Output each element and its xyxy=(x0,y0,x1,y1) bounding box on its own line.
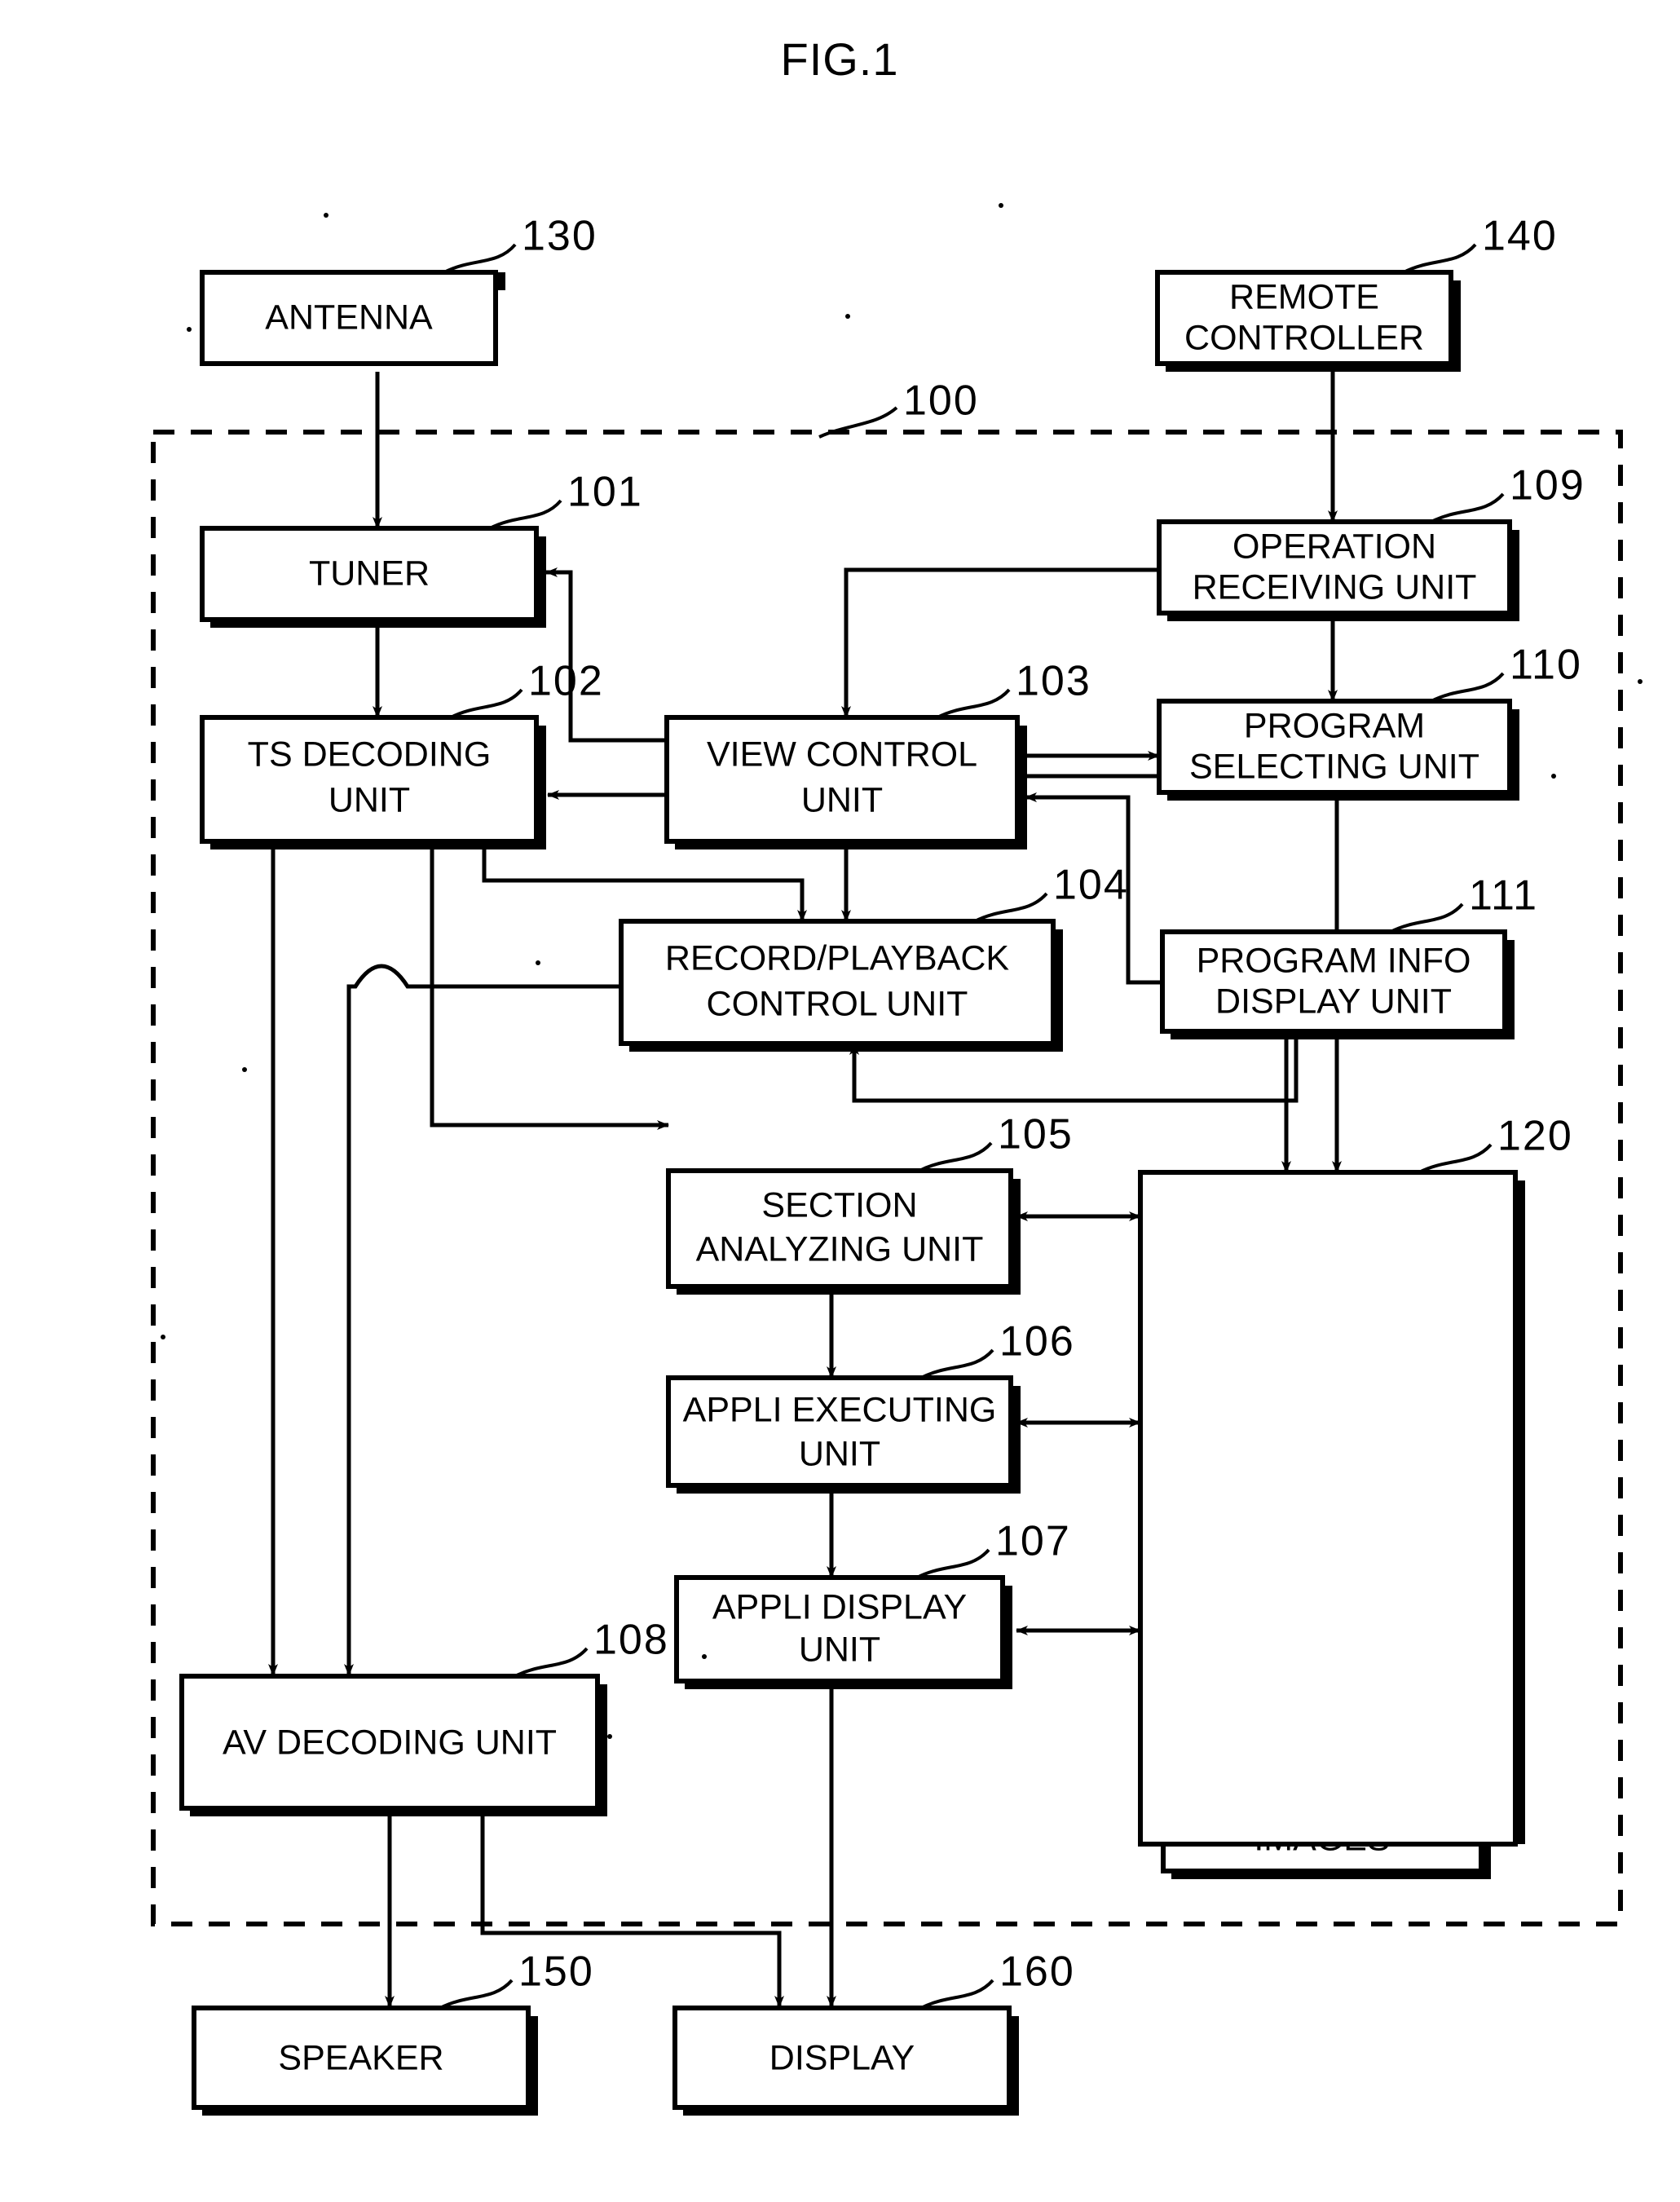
box-program-info-display-unit[interactable]: PROGRAM INFO DISPLAY UNIT xyxy=(1160,929,1515,1039)
box-label-oper-l2: RECEIVING UNIT xyxy=(1193,567,1477,607)
ref-number-106: 106 xyxy=(999,1318,1075,1366)
leader-120 xyxy=(1418,1143,1493,1174)
ref-number-103: 103 xyxy=(1016,658,1091,705)
ref-number-107: 107 xyxy=(995,1518,1071,1565)
box-label-record-l2: CONTROL UNIT xyxy=(707,984,968,1023)
box-display[interactable]: DISPLAY xyxy=(672,2006,1019,2116)
box-label-appliexec-l1: APPLI EXECUTING xyxy=(683,1390,997,1429)
box-label-view-l1: VIEW CONTROL xyxy=(707,735,977,774)
box-label-ts-l2: UNIT xyxy=(329,780,410,819)
box-appli-executing-unit[interactable]: APPLI EXECUTING UNIT xyxy=(666,1375,1021,1494)
leader-105 xyxy=(919,1141,993,1172)
wire-viewcontrol-to-tuner xyxy=(545,567,667,743)
box-appli-display-unit[interactable]: APPLI DISPLAY UNIT xyxy=(674,1575,1012,1689)
ref-number-110: 110 xyxy=(1510,642,1582,689)
box-label-view-l2: UNIT xyxy=(801,780,883,819)
box-label-progsel-l1: PROGRAM xyxy=(1244,706,1425,745)
box-label-applidisp-l1: APPLI DISPLAY xyxy=(712,1587,967,1626)
box-label-remote-l1: REMOTE xyxy=(1229,277,1379,316)
ref-number-104: 104 xyxy=(1053,862,1129,909)
box-label-ts-l1: TS DECODING xyxy=(248,735,492,774)
ref-number-105: 105 xyxy=(998,1111,1074,1158)
ref-number-160: 160 xyxy=(999,1948,1075,1996)
ref-number-102: 102 xyxy=(528,658,604,705)
box-record-playback-control-unit[interactable]: RECORD/PLAYBACK CONTROL UNIT xyxy=(619,919,1063,1052)
box-program-selecting-unit[interactable]: PROGRAM SELECTING UNIT xyxy=(1157,699,1519,801)
box-label-avdec: AV DECODING UNIT xyxy=(223,1723,557,1762)
box-label-applidisp-l2: UNIT xyxy=(799,1630,880,1669)
leader-101 xyxy=(489,499,562,530)
leader-111 xyxy=(1390,902,1464,933)
ref-number-150: 150 xyxy=(518,1948,594,1996)
leader-108 xyxy=(514,1647,589,1678)
leader-110 xyxy=(1431,672,1505,703)
ref-number-120: 120 xyxy=(1497,1113,1573,1160)
leader-150 xyxy=(439,1979,514,2010)
box-label-section-l1: SECTION xyxy=(761,1185,917,1225)
leader-109 xyxy=(1431,492,1505,523)
leader-130 xyxy=(443,243,517,274)
figure-page: FIG.1 100 ANTENNA 130 REMOTE CONTROLLER … xyxy=(0,0,1680,2202)
ref-number-101: 101 xyxy=(567,469,643,516)
wire-tsdecoding-to-record xyxy=(482,849,807,922)
box-operation-receiving-unit[interactable]: OPERATION RECEIVING UNIT xyxy=(1157,519,1519,621)
leader-140 xyxy=(1403,243,1477,274)
box-section-analyzing-unit[interactable]: SECTION ANALYZING UNIT xyxy=(666,1168,1021,1295)
storage-unit-outline xyxy=(1138,1170,1518,1847)
leader-160 xyxy=(920,1979,994,2010)
ref-number-100: 100 xyxy=(903,377,979,425)
box-remote-controller[interactable]: REMOTE CONTROLLER xyxy=(1155,270,1461,372)
box-label-appliexec-l2: UNIT xyxy=(799,1434,880,1473)
ref-number-111: 111 xyxy=(1469,872,1538,920)
box-label-record-l1: RECORD/PLAYBACK xyxy=(665,938,1009,977)
box-label-progsel-l2: SELECTING UNIT xyxy=(1189,747,1479,786)
leader-104 xyxy=(974,892,1048,923)
box-speaker[interactable]: SPEAKER xyxy=(192,2006,538,2116)
leader-103 xyxy=(937,688,1011,719)
wire-record-to-avdecoding xyxy=(344,964,703,1676)
box-label-oper-l1: OPERATION xyxy=(1232,527,1436,566)
ref-number-130: 130 xyxy=(522,213,597,260)
box-label-proginfo-l1: PROGRAM INFO xyxy=(1197,941,1471,980)
box-label-speaker: SPEAKER xyxy=(278,2038,443,2077)
box-view-control-unit[interactable]: VIEW CONTROL UNIT xyxy=(664,715,1027,849)
ref-number-140: 140 xyxy=(1482,213,1558,260)
leader-102 xyxy=(450,688,523,719)
box-label-section-l2: ANALYZING UNIT xyxy=(696,1229,984,1269)
ref-number-109: 109 xyxy=(1510,462,1585,510)
box-label-remote-l2: CONTROLLER xyxy=(1184,318,1424,357)
box-tuner[interactable]: TUNER xyxy=(200,526,546,628)
page-title: FIG.1 xyxy=(780,33,898,85)
box-label-antenna: ANTENNA xyxy=(265,298,433,337)
figure-canvas: FIG.1 100 ANTENNA 130 REMOTE CONTROLLER … xyxy=(151,33,1643,2116)
box-label-tuner: TUNER xyxy=(309,554,430,593)
box-av-decoding-unit[interactable]: AV DECODING UNIT xyxy=(179,1674,607,1816)
box-label-proginfo-l2: DISPLAY UNIT xyxy=(1215,982,1452,1021)
box-ts-decoding-unit[interactable]: TS DECODING UNIT xyxy=(200,715,546,849)
box-label-display: DISPLAY xyxy=(769,2038,915,2077)
leader-107 xyxy=(916,1548,990,1579)
leader-106 xyxy=(920,1348,994,1379)
box-antenna[interactable]: ANTENNA xyxy=(200,270,505,366)
ref-number-108: 108 xyxy=(593,1617,669,1664)
